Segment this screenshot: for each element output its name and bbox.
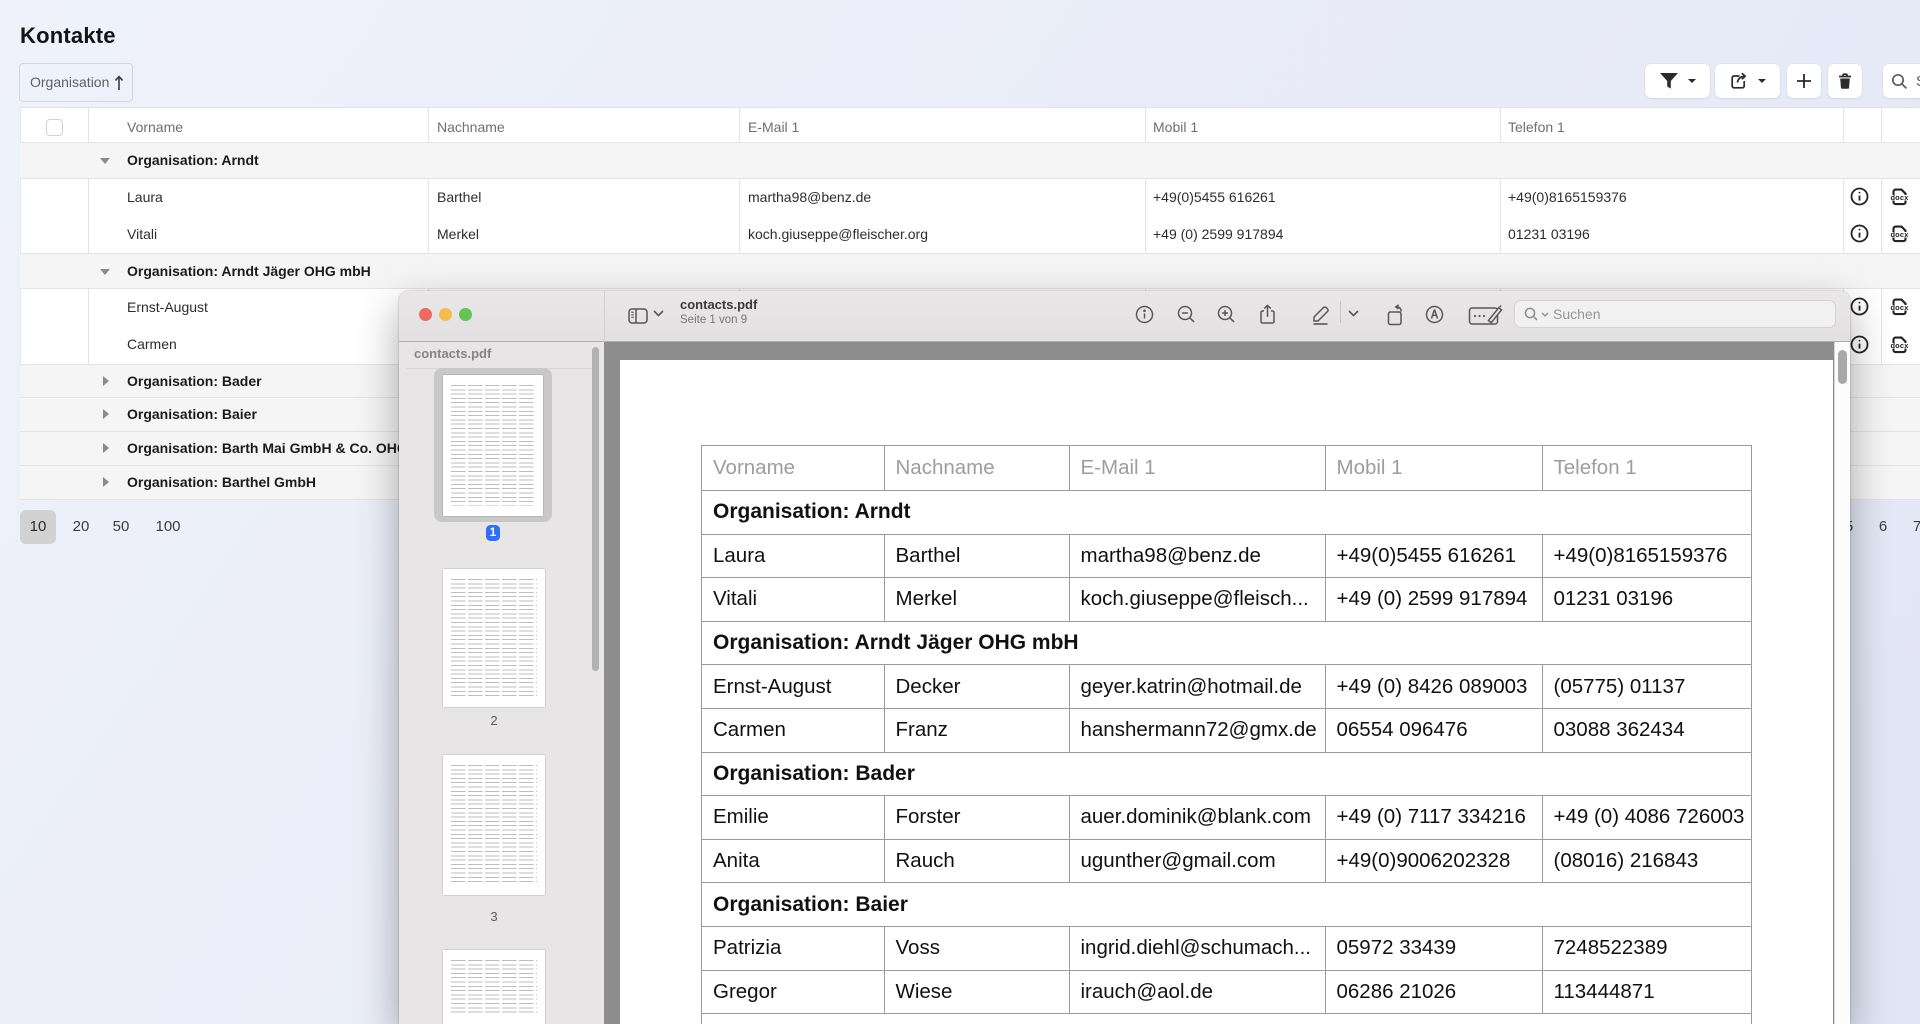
svg-text:docx: docx <box>1890 193 1909 202</box>
svg-text:docx: docx <box>1890 341 1909 350</box>
svg-text:docx: docx <box>1890 230 1909 239</box>
svg-text:docx: docx <box>1890 303 1909 312</box>
